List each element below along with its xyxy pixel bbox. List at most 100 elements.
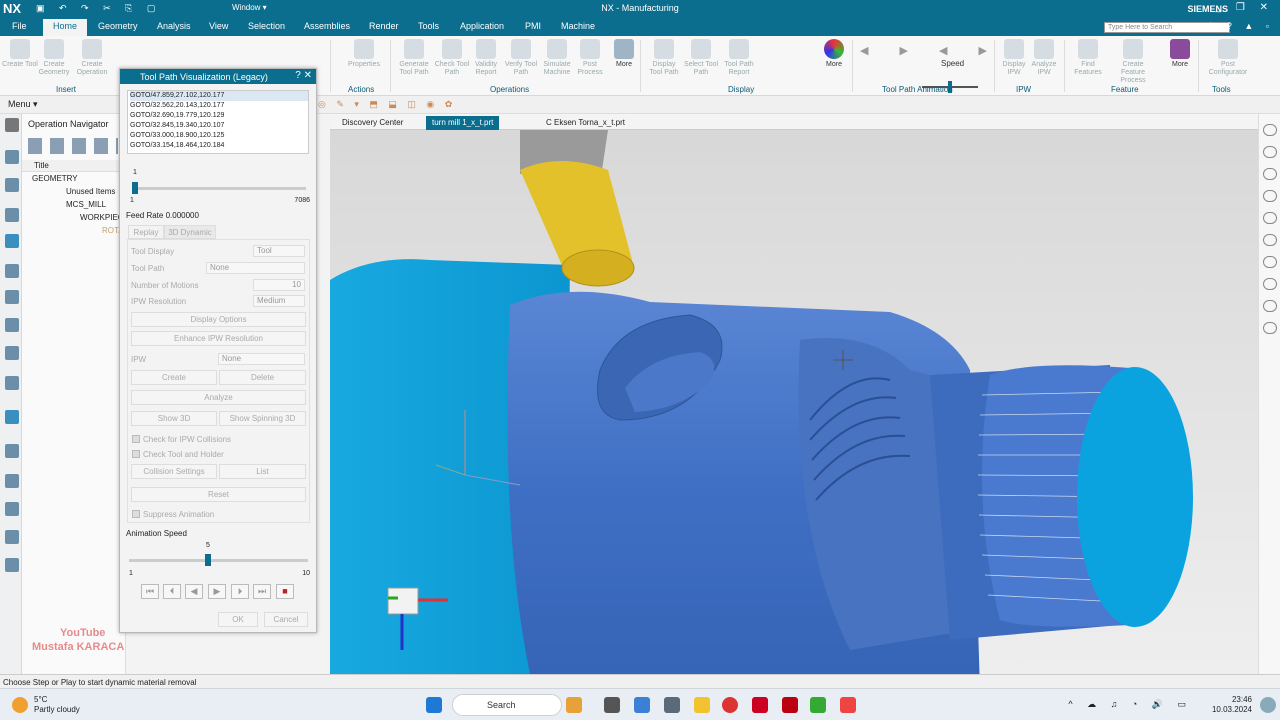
settings-icon[interactable] [5, 118, 19, 132]
tab-home[interactable]: Home [43, 19, 88, 36]
notification-icon[interactable] [1260, 697, 1276, 713]
list-item[interactable]: GOTO/32.845,19.340,120.107 [130, 121, 308, 131]
grid-icon[interactable] [1263, 300, 1277, 312]
tab-application[interactable]: Application [460, 21, 504, 31]
tree-unused-items[interactable]: Unused Items [66, 187, 115, 196]
tab-machine[interactable]: Machine [561, 21, 595, 31]
pencil-icon[interactable] [1263, 212, 1277, 224]
tab-geometry[interactable]: Geometry [98, 21, 138, 31]
taskbar-search[interactable]: Search [452, 694, 562, 716]
show-spinning-3d-button[interactable]: Show Spinning 3D [219, 411, 306, 426]
ok-button[interactable]: OK [218, 612, 258, 627]
clock-icon[interactable] [5, 444, 19, 458]
files-icon[interactable] [634, 697, 650, 713]
process-icon[interactable] [5, 410, 19, 424]
show-eye-icon[interactable] [1263, 168, 1277, 180]
create-tool-button[interactable]: Create Tool [2, 39, 38, 69]
create-geometry-button[interactable]: Create Geometry [36, 39, 72, 77]
verify-tool-path-button[interactable]: Verify Tool Path [503, 39, 539, 77]
cancel-button[interactable]: Cancel [264, 612, 308, 627]
suppress-animation-checkbox[interactable]: Suppress Animation [132, 510, 214, 519]
animation-controls[interactable]: ◀ ▶ ◀ ▶ [860, 44, 1001, 57]
shading-icon[interactable] [1263, 256, 1277, 268]
tab-replay[interactable]: Replay [128, 225, 164, 239]
calculator-icon[interactable] [664, 697, 680, 713]
snap-icons[interactable]: ◎ ✎ ▾ ⬒ ⬓ ◫ ◉ ✿ [318, 99, 456, 110]
system-tray-icons[interactable]: ^ ☁ ♫ ◔ 🔊 ▭ [1068, 699, 1192, 710]
gear-tool-icon[interactable] [5, 502, 19, 516]
ipw-select[interactable]: None [218, 353, 305, 365]
display-tool-path-button[interactable]: Display Tool Path [646, 39, 682, 77]
tab-c-eksen-torna[interactable]: C Eksen Torna_x_t.prt [540, 116, 631, 130]
motion-slider-thumb[interactable] [132, 182, 138, 194]
tab-view[interactable]: View [209, 21, 228, 31]
camtasia-icon[interactable] [810, 697, 826, 713]
animation-speed-thumb[interactable] [205, 554, 212, 566]
tool-icon[interactable] [5, 474, 19, 488]
properties-button[interactable]: Properties [346, 39, 382, 69]
history-icon[interactable] [5, 318, 19, 332]
check-tool-path-button[interactable]: Check Tool Path [434, 39, 470, 77]
goto-list[interactable]: GOTO/47.859,27.102,120.177 GOTO/32.562,2… [127, 90, 309, 154]
delete-button[interactable]: Delete [219, 370, 306, 385]
recorder-icon[interactable] [840, 697, 856, 713]
roles-icon[interactable] [5, 290, 19, 304]
eye-icon[interactable] [1263, 190, 1277, 202]
play-reverse-icon[interactable]: ◀ [185, 584, 203, 599]
tree-mcs-mill[interactable]: MCS_MILL [66, 200, 106, 209]
last-icon[interactable]: ⏭ [253, 584, 271, 599]
check-tool-holder-checkbox[interactable]: Check Tool and Holder [132, 450, 224, 459]
web-browser-icon[interactable] [5, 376, 19, 390]
enhance-ipw-button[interactable]: Enhance IPW Resolution [131, 331, 306, 346]
tool-path-select[interactable]: None [206, 262, 305, 274]
hide-eye-icon[interactable] [1263, 146, 1277, 158]
first-icon[interactable]: ⏮ [141, 584, 159, 599]
graphics-window[interactable] [330, 130, 1258, 674]
post-configurator-button[interactable]: Post Configurator [1206, 39, 1250, 77]
chrome-icon[interactable] [722, 697, 738, 713]
window-controls[interactable]: _ ❐ ✕ [1216, 2, 1274, 13]
task-view-icon[interactable] [604, 697, 620, 713]
analyze-ipw-button[interactable]: Analyze IPW [1026, 39, 1062, 77]
list-item[interactable]: GOTO/33.000,18.900,120.125 [130, 131, 308, 141]
create-button[interactable]: Create [131, 370, 217, 385]
motion-slider[interactable] [132, 182, 306, 194]
analyze-button[interactable]: Analyze [131, 390, 306, 405]
weather-widget[interactable]: 5°C Partly cloudy [34, 695, 80, 715]
post-process-button[interactable]: Post Process [572, 39, 608, 77]
stop-icon[interactable]: ■ [276, 584, 294, 599]
tab-3d-dynamic[interactable]: 3D Dynamic [164, 225, 216, 239]
tree-geometry[interactable]: GEOMETRY [32, 174, 78, 183]
ipw-resolution-select[interactable]: Medium [253, 295, 305, 307]
tab-pmi[interactable]: PMI [525, 21, 541, 31]
part-navigator-icon[interactable] [5, 150, 19, 164]
more-operations-button[interactable]: More [606, 39, 642, 69]
tool-display-select[interactable]: Tool [253, 245, 305, 257]
more-feature-button[interactable]: More [1162, 39, 1198, 69]
tab-file[interactable]: File [12, 21, 27, 31]
simulate-machine-button[interactable]: Simulate Machine [539, 39, 575, 77]
fixture-icon[interactable] [5, 530, 19, 544]
tab-selection[interactable]: Selection [248, 21, 285, 31]
ruler-icon[interactable] [1263, 234, 1277, 246]
list-item[interactable]: GOTO/32.690,19.779,120.129 [130, 111, 308, 121]
more-display-button[interactable]: More [816, 39, 852, 69]
tab-discovery-center[interactable]: Discovery Center [336, 116, 409, 130]
nx-app-icon[interactable] [752, 697, 768, 713]
start-icon[interactable] [426, 697, 442, 713]
collision-settings-button[interactable]: Collision Settings [131, 464, 217, 479]
create-feature-process-button[interactable]: Create Feature Process [1110, 39, 1156, 85]
list-item[interactable]: GOTO/32.562,20.143,120.177 [130, 101, 308, 111]
tool-path-report-button[interactable]: Tool Path Report [721, 39, 757, 77]
find-features-button[interactable]: Find Features [1070, 39, 1106, 77]
motions-input[interactable]: 10 [253, 279, 305, 291]
select-tool-path-button[interactable]: Select Tool Path [683, 39, 719, 77]
menu-button[interactable]: Menu ▾ [8, 99, 38, 110]
animation-speed-slider[interactable] [129, 554, 308, 566]
help-icons[interactable]: ⚙ ? ▲ ▫ [1206, 21, 1274, 32]
machine-tool-icon[interactable] [5, 234, 19, 248]
reset-button[interactable]: Reset [131, 487, 306, 502]
tab-analysis[interactable]: Analysis [157, 21, 191, 31]
machine-icon[interactable] [5, 558, 19, 572]
tab-assemblies[interactable]: Assemblies [304, 21, 350, 31]
